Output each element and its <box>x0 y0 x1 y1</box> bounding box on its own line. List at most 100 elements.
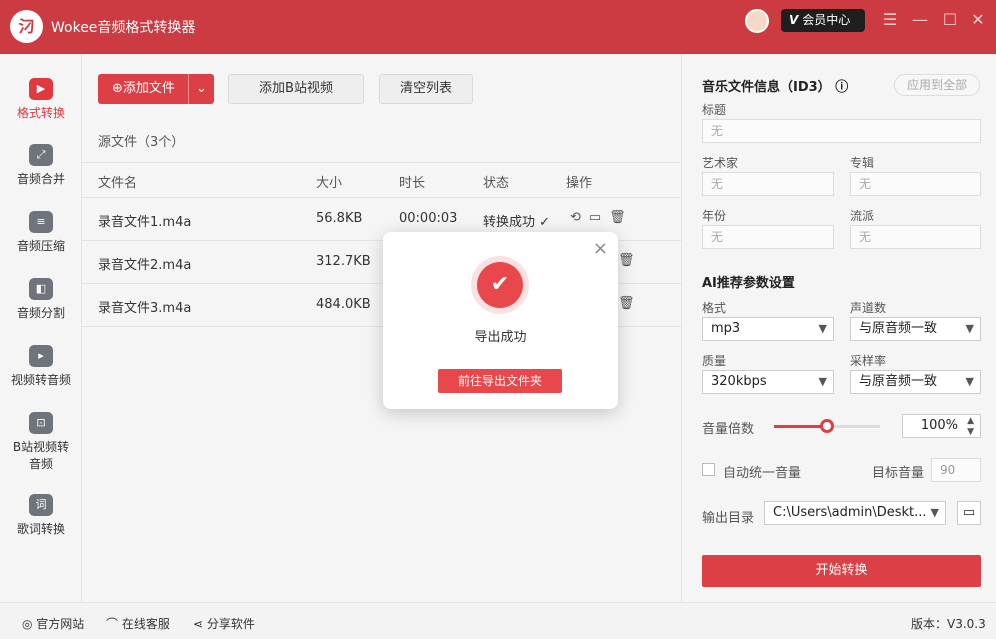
sidebar-item-bilibili[interactable]: ⊡ B站视频转音频 <box>0 412 82 472</box>
artist-field[interactable]: 无 <box>702 172 834 196</box>
quality-select[interactable]: 320kbps ▼ <box>702 370 834 394</box>
chevron-down-icon: ▼ <box>818 375 827 388</box>
vip-center-button[interactable]: V 会员中心 <box>781 9 865 32</box>
column-header-name: 文件名 <box>98 176 138 191</box>
volume-slider-knob[interactable] <box>820 419 834 433</box>
quality-value: 320kbps <box>711 374 767 389</box>
year-label: 年份 <box>702 209 727 223</box>
file-size: 484.0KB <box>316 297 371 312</box>
format-convert-icon: ▶ <box>29 78 53 100</box>
sidebar-item-label: 视频转音频 <box>10 373 71 387</box>
genre-field[interactable]: 无 <box>850 225 981 249</box>
close-icon[interactable]: × <box>593 238 608 259</box>
delete-icon[interactable]: 🗑 <box>618 296 643 311</box>
sidebar: ▶ 格式转换 ⤢ 音频合并 ≡ 音频压缩 ◧ 音频分割 ▸ 视频转音频 ⊡ B站视频转音频 … <box>0 54 82 602</box>
target-volume-label: 目标音量 <box>872 466 925 481</box>
status-badge: 转换成功 ✓ <box>483 215 551 230</box>
folder-icon[interactable]: ▭ <box>957 501 981 525</box>
output-dir-select[interactable]: C:\Users\admin\Deskt... ▼ <box>764 501 946 525</box>
output-dir-label: 输出目录 <box>702 511 755 526</box>
artist-label: 艺术家 <box>702 156 739 170</box>
auto-volume-label: 自动统一音量 <box>723 466 802 481</box>
maximize-button[interactable]: ☐ <box>940 10 960 30</box>
samplerate-value: 与原音频一致 <box>859 374 938 389</box>
chevron-down-icon: ▼ <box>930 506 939 519</box>
channels-select[interactable]: 与原音频一致 ▼ <box>850 317 981 341</box>
app-logo: 汈 <box>10 10 43 43</box>
chevron-down-icon: ▼ <box>965 375 974 388</box>
column-header-actions: 操作 <box>566 176 593 191</box>
format-select[interactable]: mp3 ▼ <box>702 317 834 341</box>
open-export-folder-button[interactable]: 前往导出文件夹 <box>438 369 562 393</box>
close-button[interactable]: ✕ <box>968 10 988 30</box>
ai-section-title: AI推荐参数设置 <box>702 276 795 291</box>
clear-list-button[interactable]: 清空列表 <box>379 74 473 104</box>
version-label: 版本：V3.0.3 <box>911 617 986 631</box>
settings-panel: 音乐文件信息（ID3） ⓘ 应用到全部 标题 无 艺术家 专辑 无 无 年份 流… <box>681 54 996 602</box>
column-header-status: 状态 <box>483 176 510 191</box>
column-header-size: 大小 <box>316 176 343 191</box>
volume-label: 音量倍数 <box>702 422 755 437</box>
stepper-arrows-icon: ▲ ▼ <box>967 416 974 437</box>
quality-label: 质量 <box>702 354 727 368</box>
start-convert-button[interactable]: 开始转换 <box>702 555 981 587</box>
sidebar-item-lyrics[interactable]: 词歌词转换 <box>0 494 82 537</box>
share-software-link[interactable]: ⋖ 分享软件 <box>193 615 255 632</box>
export-success-dialog: × ✔ 导出成功 前往导出文件夹 <box>383 232 618 409</box>
file-name: 录音文件2.m4a <box>98 258 192 273</box>
add-file-button[interactable]: ⊕添加文件 ⌄ <box>98 74 214 104</box>
menu-icon[interactable]: ☰ <box>880 10 900 30</box>
file-name: 录音文件3.m4a <box>98 301 192 316</box>
chevron-down-icon: ▼ <box>818 322 827 335</box>
add-bilibili-video-button[interactable]: 添加B站视频 <box>228 74 364 104</box>
apply-to-all-button[interactable]: 应用到全部 <box>894 74 980 96</box>
sidebar-item-label: 格式转换 <box>16 106 65 120</box>
sidebar-item-audio-compress[interactable]: ≡ 音频压缩 <box>0 211 82 254</box>
chevron-down-icon: ▼ <box>965 322 974 335</box>
chevron-down-icon[interactable]: ⌄ <box>188 74 214 104</box>
title-field[interactable]: 无 <box>702 119 981 143</box>
divider <box>82 162 681 163</box>
album-label: 专辑 <box>850 156 875 170</box>
genre-label: 流派 <box>850 209 875 223</box>
volume-slider[interactable] <box>774 419 880 433</box>
sidebar-item-audio-merge[interactable]: ⤢ 音频合并 <box>0 144 82 187</box>
id3-title-text: 音乐文件信息（ID3） <box>702 80 831 95</box>
channels-label: 声道数 <box>850 301 887 315</box>
file-duration: 00:00:03 <box>399 211 458 226</box>
title-label: 标题 <box>702 103 727 117</box>
volume-value: 100% <box>920 418 958 433</box>
compress-icon: ≡ <box>29 211 53 233</box>
sidebar-item-format-convert[interactable]: ▶ 格式转换 <box>0 78 82 121</box>
official-site-link[interactable]: ◎ 官方网站 <box>22 615 84 632</box>
online-service-link[interactable]: ⌒ 在线客服 <box>106 615 170 632</box>
sidebar-item-label: 歌词转换 <box>16 522 65 536</box>
file-name: 录音文件1.m4a <box>98 215 192 230</box>
samplerate-select[interactable]: 与原音频一致 ▼ <box>850 370 981 394</box>
volume-stepper[interactable]: 100% ▲ ▼ <box>902 414 981 438</box>
minimize-button[interactable]: — <box>910 10 930 30</box>
user-avatar[interactable] <box>745 9 769 33</box>
vip-label: 会员中心 <box>802 13 851 27</box>
album-field[interactable]: 无 <box>850 172 981 196</box>
auto-volume-checkbox[interactable] <box>702 463 715 476</box>
samplerate-label: 采样率 <box>850 354 887 368</box>
app-title: Wokee音频格式转换器 <box>51 20 196 36</box>
file-size: 312.7KB <box>316 254 371 269</box>
sidebar-item-label: 音频分割 <box>16 306 65 320</box>
sidebar-item-label: 音频合并 <box>16 172 65 186</box>
footer: ◎ 官方网站 ⌒ 在线客服 ⋖ 分享软件 版本：V3.0.3 <box>0 602 996 639</box>
sidebar-item-video-to-audio[interactable]: ▸ 视频转音频 <box>0 345 82 388</box>
lyrics-icon: 词 <box>29 494 53 516</box>
delete-icon[interactable]: 🗑 <box>618 253 643 268</box>
sidebar-item-audio-split[interactable]: ◧ 音频分割 <box>0 278 82 321</box>
file-size: 56.8KB <box>316 211 363 226</box>
row-actions[interactable]: ⟲▭🗑 <box>570 210 634 225</box>
format-value: mp3 <box>711 321 741 336</box>
output-dir-value: C:\Users\admin\Deskt... <box>773 505 927 520</box>
info-icon[interactable]: ⓘ <box>835 80 848 95</box>
vip-icon: V <box>789 13 799 27</box>
year-field[interactable]: 无 <box>702 225 834 249</box>
target-volume-field[interactable]: 90 <box>931 458 981 482</box>
id3-section-title: 音乐文件信息（ID3） ⓘ <box>702 76 848 95</box>
